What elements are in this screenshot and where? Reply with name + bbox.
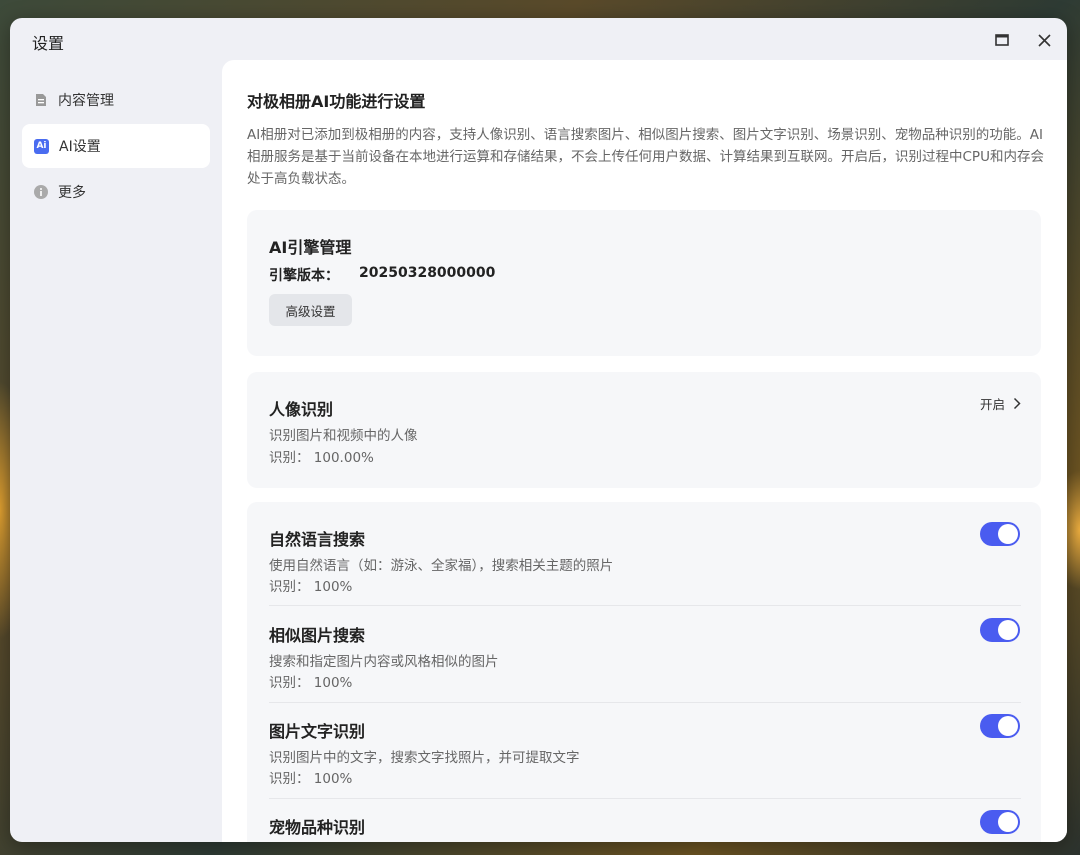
advanced-settings-button[interactable]: 高级设置 [269,294,352,326]
portrait-subtitle: 识别图片和视频中的人像 [269,428,418,444]
natural-language-search-toggle[interactable] [980,522,1020,546]
sidebar-item-label: AI设置 [59,139,101,155]
portrait-status: 开启 [979,397,1005,412]
engine-version-label: 引擎版本： [269,268,339,284]
close-icon [1037,33,1051,47]
sidebar-item-ai-settings[interactable]: Ai AI设置 [22,124,210,168]
toggle-knob [998,716,1018,736]
pet-breed-recognition-toggle[interactable] [980,810,1020,834]
feature-title: 图片文字识别 [269,722,366,741]
page-title: 对极相册AI功能进行设置 [247,92,426,111]
toggle-knob [998,620,1018,640]
feature-progress: 识别： 100% [269,771,353,787]
portrait-status-link[interactable]: 开启 [980,394,1021,413]
toggle-knob [998,524,1018,544]
features-card: 自然语言搜索 使用自然语言（如：游泳、全家福），搜索相关主题的照片 识别： 10… [247,502,1041,842]
ai-icon: Ai [34,138,49,154]
toggle-knob [998,812,1018,832]
feature-title: 自然语言搜索 [269,530,366,549]
portrait-progress: 识别： 100.00% [269,450,374,466]
divider [269,605,1021,606]
close-button[interactable] [1032,28,1056,52]
window-title: 设置 [32,34,65,53]
feature-subtitle: 搜索和指定图片内容或风格相似的图片 [269,654,499,670]
divider [269,702,1021,703]
sidebar-item-label: 内容管理 [58,93,114,109]
engine-version-value: 20250328000000 [359,265,496,281]
chevron-right-icon [1013,397,1021,410]
settings-content: 对极相册AI功能进行设置 AI相册对已添加到极相册的内容，支持人像识别、语言搜索… [222,60,1067,842]
sidebar-item-label: 更多 [58,185,86,201]
info-icon [34,185,48,199]
document-icon [34,93,48,107]
portrait-title: 人像识别 [269,400,334,419]
page-description: AI相册对已添加到极相册的内容，支持人像识别、语言搜索图片、相似图片搜索、图片文… [247,127,1044,187]
sidebar-item-content-management[interactable]: 内容管理 [22,78,210,122]
settings-window: 设置 内容管理 Ai AI设置 更多 对极相册AI功能进行设置 AI相册对已添加… [10,18,1067,842]
feature-subtitle: 识别图片中的文字，搜索文字找照片，并可提取文字 [269,750,580,766]
sidebar-item-more[interactable]: 更多 [22,170,210,214]
maximize-button[interactable] [990,28,1014,52]
feature-title: 宠物品种识别 [269,818,366,837]
feature-subtitle: 使用自然语言（如：游泳、全家福），搜索相关主题的照片 [269,558,614,574]
divider [269,798,1021,799]
feature-progress: 识别： 100% [269,579,353,595]
feature-title: 相似图片搜索 [269,626,366,645]
maximize-icon [995,34,1009,46]
sidebar: 内容管理 Ai AI设置 更多 [22,78,210,216]
engine-card: AI引擎管理 引擎版本： 20250328000000 高级设置 [247,210,1041,356]
image-text-recognition-toggle[interactable] [980,714,1020,738]
portrait-card[interactable]: 人像识别 识别图片和视频中的人像 识别： 100.00% 开启 [247,372,1041,488]
title-bar: 设置 [10,18,1067,62]
feature-progress: 识别： 100% [269,675,353,691]
similar-image-search-toggle[interactable] [980,618,1020,642]
engine-title: AI引擎管理 [269,238,352,257]
